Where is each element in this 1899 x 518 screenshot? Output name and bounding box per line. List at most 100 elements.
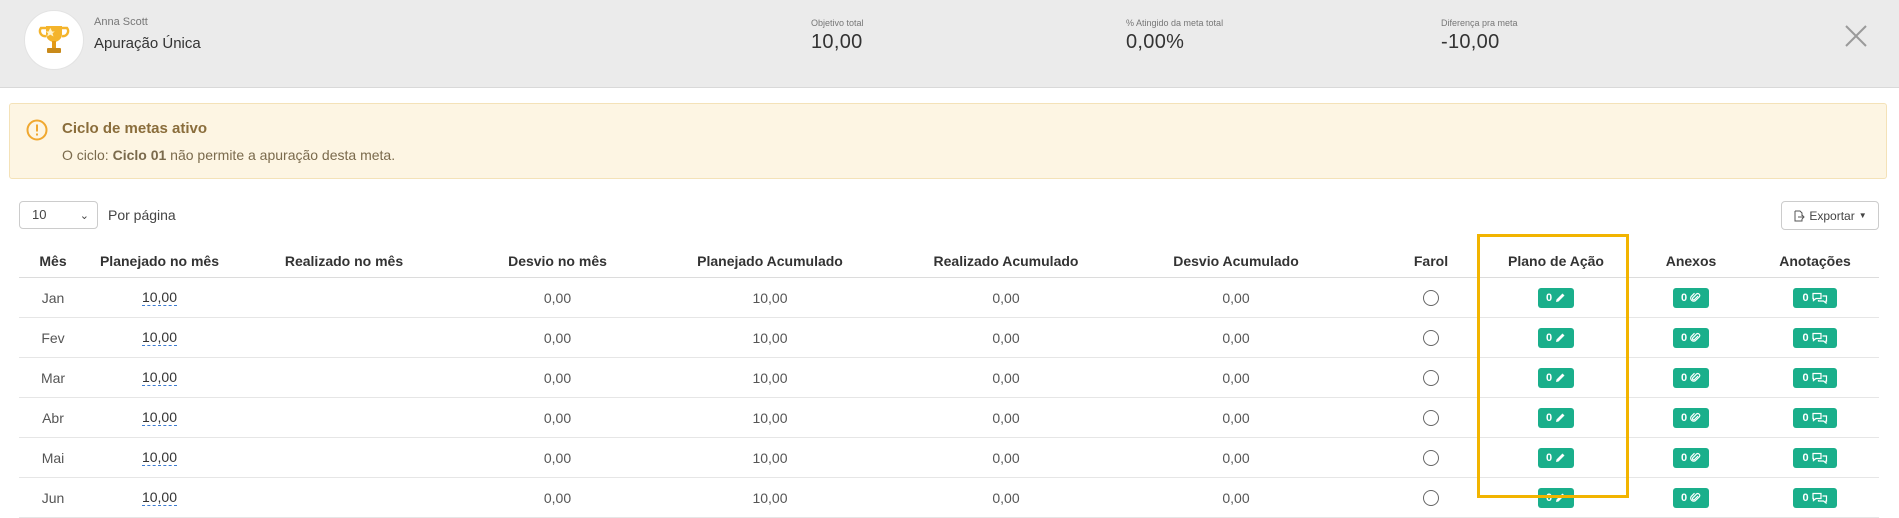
cell-realizado [232, 438, 456, 477]
cell-realizado [232, 478, 456, 517]
user-name: Anna Scott [94, 16, 148, 28]
plano-acao-button[interactable]: 0 [1538, 367, 1574, 388]
paperclip-icon [1690, 412, 1701, 422]
empty-circle-icon [1423, 409, 1439, 426]
alert-title: Ciclo de metas ativo [62, 120, 208, 137]
planned-value-editable[interactable]: 10,00 [141, 409, 178, 426]
plano-acao-button[interactable]: 0 [1538, 487, 1574, 508]
paperclip-icon [1690, 452, 1701, 462]
cell-plan-acum: 10,00 [752, 369, 788, 386]
cell-desvio: 0,00 [543, 329, 572, 346]
planned-value-editable[interactable]: 10,00 [141, 489, 178, 506]
table-row: Mai 10,00 0,00 10,00 0,00 0,00 0 0 0 [19, 438, 1879, 478]
anotacoes-count: 0 [1802, 491, 1809, 504]
cell-mes: Mai [41, 449, 65, 466]
plano-acao-button[interactable]: 0 [1538, 327, 1574, 348]
stat-diferenca: Diferença pra meta -10,00 [1441, 18, 1518, 54]
stat-label: % Atingido da meta total [1126, 18, 1224, 28]
header-bar: Anna Scott Apuração Única Objetivo total… [0, 0, 1899, 88]
anotacoes-button[interactable]: 0 [1793, 447, 1837, 468]
anotacoes-button[interactable]: 0 [1793, 407, 1837, 428]
col-header[interactable]: Realizado no mês [232, 244, 456, 277]
cell-desvio: 0,00 [543, 369, 572, 386]
pencil-icon [1556, 373, 1565, 382]
planned-value-editable[interactable]: 10,00 [141, 289, 178, 306]
anotacoes-button[interactable]: 0 [1793, 487, 1837, 508]
plano-acao-button[interactable]: 0 [1538, 287, 1574, 308]
plano-count: 0 [1545, 371, 1553, 384]
cell-desvio-acum: 0,00 [1222, 369, 1250, 386]
export-file-icon [1794, 210, 1806, 221]
alert-cycle-name: Ciclo 01 [112, 147, 167, 163]
col-header[interactable]: Planejado Acumulado [659, 244, 881, 277]
stat-objetivo-total: Objetivo total 10,00 [811, 18, 864, 54]
col-header[interactable]: Desvio no mês [456, 244, 659, 277]
stat-label: Diferença pra meta [1441, 18, 1518, 28]
cell-realizado [232, 398, 456, 437]
table-row: Mar 10,00 0,00 10,00 0,00 0,00 0 0 0 [19, 358, 1879, 398]
col-header[interactable]: Anexos [1631, 244, 1751, 277]
cell-mes: Mar [40, 369, 66, 386]
planned-value-editable[interactable]: 10,00 [141, 449, 178, 466]
cell-mes: Abr [42, 409, 64, 426]
export-button[interactable]: Exportar ▼ [1781, 201, 1879, 230]
cell-plan-acum: 10,00 [752, 329, 788, 346]
plano-count: 0 [1545, 491, 1553, 504]
pencil-icon [1556, 413, 1565, 422]
col-header[interactable]: Desvio Acumulado [1131, 244, 1341, 277]
plano-acao-button[interactable]: 0 [1538, 447, 1574, 468]
anotacoes-count: 0 [1802, 291, 1809, 304]
plano-acao-button[interactable]: 0 [1538, 407, 1574, 428]
cell-desvio-acum: 0,00 [1222, 409, 1250, 426]
avatar [24, 10, 84, 70]
col-header[interactable]: Anotações [1751, 244, 1879, 277]
close-button[interactable] [1840, 20, 1872, 52]
stat-value: 10,00 [811, 31, 863, 53]
warning-circle-icon [26, 119, 48, 141]
comments-icon [1811, 452, 1827, 464]
col-header[interactable]: Mês [19, 244, 87, 277]
anotacoes-count: 0 [1802, 331, 1809, 344]
anotacoes-count: 0 [1802, 451, 1809, 464]
col-header[interactable]: Farol [1401, 244, 1461, 277]
anotacoes-button[interactable]: 0 [1793, 327, 1837, 348]
anexos-button[interactable]: 0 [1673, 407, 1709, 428]
cell-plan-acum: 10,00 [752, 449, 788, 466]
stat-value: 0,00% [1126, 31, 1185, 53]
plano-count: 0 [1545, 451, 1553, 464]
cell-realizado [232, 358, 456, 397]
anexos-button[interactable]: 0 [1673, 287, 1709, 308]
alert-cycle-active: Ciclo de metas ativo O ciclo: Ciclo 01 n… [9, 103, 1887, 179]
anexos-button[interactable]: 0 [1673, 327, 1709, 348]
chevron-down-icon: ⌄ [79, 210, 89, 222]
cell-plan-acum: 10,00 [752, 409, 788, 426]
paperclip-icon [1690, 372, 1701, 382]
table-row: Abr 10,00 0,00 10,00 0,00 0,00 0 0 0 [19, 398, 1879, 438]
anexos-button[interactable]: 0 [1673, 367, 1709, 388]
cell-real-acum: 0,00 [992, 449, 1020, 466]
cell-realizado [232, 318, 456, 357]
empty-circle-icon [1423, 369, 1439, 386]
cell-desvio: 0,00 [543, 289, 572, 306]
cell-real-acum: 0,00 [992, 289, 1020, 306]
paperclip-icon [1690, 292, 1701, 302]
col-header[interactable]: Planejado no mês [87, 244, 232, 277]
anexos-count: 0 [1680, 491, 1688, 504]
alert-message: O ciclo: Ciclo 01 não permite a apuração… [62, 147, 395, 163]
empty-circle-icon [1423, 329, 1439, 346]
cell-mes: Jun [41, 489, 65, 506]
anotacoes-count: 0 [1802, 411, 1809, 424]
per-page-select[interactable]: 10 ⌄ [19, 201, 98, 229]
cell-real-acum: 0,00 [992, 489, 1020, 506]
anotacoes-count: 0 [1802, 371, 1809, 384]
anexos-button[interactable]: 0 [1673, 447, 1709, 468]
col-header[interactable]: Plano de Ação [1481, 244, 1631, 277]
pencil-icon [1556, 333, 1565, 342]
planned-value-editable[interactable]: 10,00 [141, 329, 178, 346]
col-header[interactable]: Realizado Acumulado [881, 244, 1131, 277]
anexos-button[interactable]: 0 [1673, 487, 1709, 508]
planned-value-editable[interactable]: 10,00 [141, 369, 178, 386]
alert-msg-prefix: O ciclo: [62, 147, 113, 163]
anotacoes-button[interactable]: 0 [1793, 287, 1837, 308]
anotacoes-button[interactable]: 0 [1793, 367, 1837, 388]
